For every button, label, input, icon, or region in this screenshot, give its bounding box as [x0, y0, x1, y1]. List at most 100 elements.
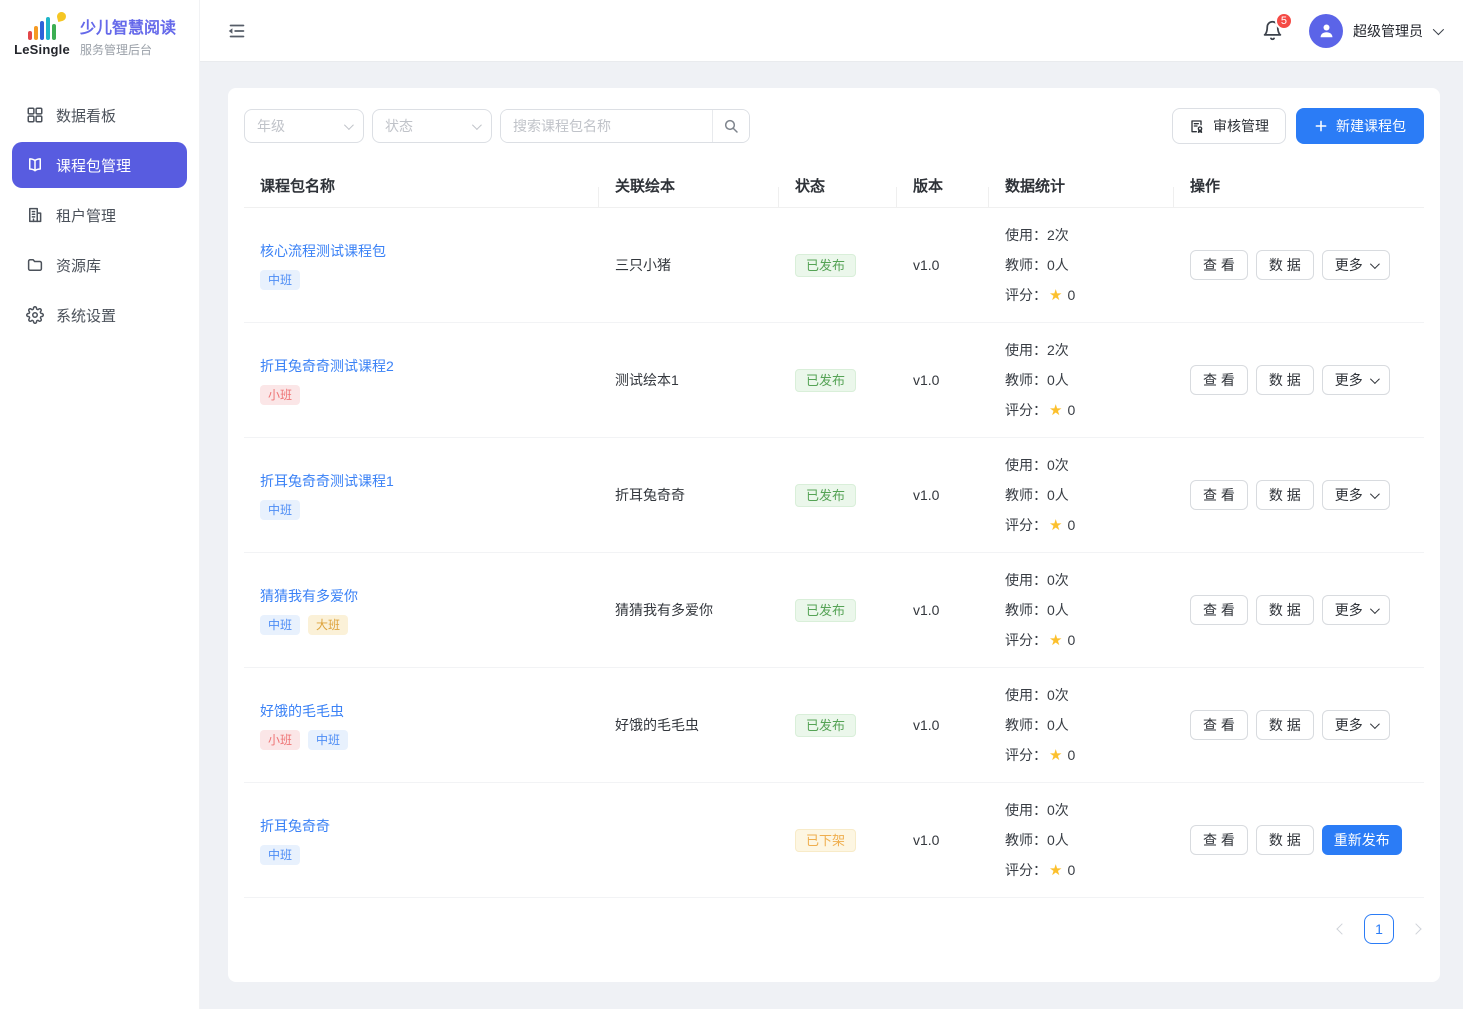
class-tag: 中班: [260, 615, 300, 635]
status-badge: 已下架: [795, 829, 856, 852]
course-package-table: 课程包名称 关联绘本 状态 版本 数据统计 操作 核心流程测试课程包 中班 三只…: [244, 164, 1424, 898]
view-button[interactable]: 查 看: [1190, 250, 1248, 280]
gear-icon: [26, 306, 44, 324]
notification-badge: 5: [1275, 12, 1293, 30]
sidebar-item-tenants[interactable]: 租户管理: [12, 192, 187, 238]
data-button[interactable]: 数 据: [1256, 480, 1314, 510]
book-name: 折耳兔奇奇: [615, 487, 685, 503]
plus-icon: [1314, 119, 1328, 133]
next-page-button[interactable]: [1412, 925, 1420, 933]
sidebar-item-label: 课程包管理: [56, 155, 131, 176]
class-tag: 小班: [260, 730, 300, 750]
page-number-current[interactable]: 1: [1364, 914, 1394, 944]
view-button[interactable]: 查 看: [1190, 825, 1248, 855]
class-tag: 中班: [260, 270, 300, 290]
notification-bell-icon[interactable]: 5: [1262, 20, 1283, 41]
brand-subtitle: 服务管理后台: [80, 41, 176, 58]
republish-button[interactable]: 重新发布: [1322, 825, 1402, 855]
tag-list: 中班: [260, 270, 599, 290]
usage-label: 使用：: [1005, 225, 1047, 245]
status-select[interactable]: 状态: [372, 109, 492, 143]
rating-label: 评分：: [1005, 400, 1047, 420]
version: v1.0: [913, 717, 939, 733]
star-icon: ★: [1049, 401, 1062, 419]
book-name: 猜猜我有多爱你: [615, 602, 713, 618]
table-row: 好饿的毛毛虫 小班中班 好饿的毛毛虫 已发布 v1.0 使用：0次 教师：0人 …: [244, 668, 1424, 783]
building-icon: [26, 206, 44, 224]
teacher-value: 0人: [1047, 370, 1069, 390]
tag-list: 小班中班: [260, 730, 599, 750]
menu-fold-icon[interactable]: [224, 18, 250, 44]
view-button[interactable]: 查 看: [1190, 480, 1248, 510]
table-header: 课程包名称 关联绘本 状态 版本 数据统计 操作: [244, 164, 1424, 208]
view-button[interactable]: 查 看: [1190, 365, 1248, 395]
version: v1.0: [913, 602, 939, 618]
teacher-value: 0人: [1047, 830, 1069, 850]
course-package-link[interactable]: 折耳兔奇奇测试课程2: [260, 356, 394, 376]
course-package-link[interactable]: 折耳兔奇奇: [260, 816, 330, 836]
class-tag: 中班: [260, 845, 300, 865]
chevron-down-icon[interactable]: [1433, 23, 1444, 34]
search-box: [500, 109, 750, 143]
data-button[interactable]: 数 据: [1256, 250, 1314, 280]
rating-value: 0: [1067, 402, 1075, 418]
grade-select[interactable]: 年级: [244, 109, 364, 143]
brand-title: 少儿智慧阅读: [80, 14, 176, 38]
teacher-label: 教师：: [1005, 715, 1047, 735]
usage-value: 2次: [1047, 225, 1069, 245]
tag-list: 中班: [260, 500, 599, 520]
more-button[interactable]: 更多: [1322, 480, 1390, 510]
course-package-link[interactable]: 核心流程测试课程包: [260, 241, 386, 261]
version: v1.0: [913, 832, 939, 848]
table-row: 折耳兔奇奇测试课程2 小班 测试绘本1 已发布 v1.0 使用：2次 教师：0人…: [244, 323, 1424, 438]
usage-label: 使用：: [1005, 800, 1047, 820]
teacher-value: 0人: [1047, 485, 1069, 505]
prev-page-button[interactable]: [1338, 925, 1346, 933]
star-icon: ★: [1049, 516, 1062, 534]
teacher-label: 教师：: [1005, 255, 1047, 275]
brand: LeSingle 少儿智慧阅读 服务管理后台: [0, 0, 199, 70]
create-course-package-button[interactable]: 新建课程包: [1296, 108, 1424, 144]
sidebar-item-course-packages[interactable]: 课程包管理: [12, 142, 187, 188]
rating-value: 0: [1067, 747, 1075, 763]
usage-value: 2次: [1047, 340, 1069, 360]
chevron-down-icon: [1370, 374, 1380, 384]
column-header-version: 版本: [897, 175, 989, 196]
data-button[interactable]: 数 据: [1256, 595, 1314, 625]
sidebar-item-settings[interactable]: 系统设置: [12, 292, 187, 338]
leaf-icon: [56, 10, 67, 21]
more-button[interactable]: 更多: [1322, 595, 1390, 625]
data-button[interactable]: 数 据: [1256, 365, 1314, 395]
search-input[interactable]: [501, 110, 712, 142]
tag-list: 小班: [260, 385, 599, 405]
sidebar-item-label: 租户管理: [56, 205, 116, 226]
course-package-link[interactable]: 猜猜我有多爱你: [260, 586, 358, 606]
view-button[interactable]: 查 看: [1190, 595, 1248, 625]
book-name: 测试绘本1: [615, 372, 679, 388]
data-button[interactable]: 数 据: [1256, 710, 1314, 740]
chevron-right-icon: [1410, 923, 1421, 934]
more-button[interactable]: 更多: [1322, 250, 1390, 280]
sidebar-item-dashboard[interactable]: 数据看板: [12, 92, 187, 138]
dashboard-icon: [26, 106, 44, 124]
sidebar-item-resources[interactable]: 资源库: [12, 242, 187, 288]
review-management-button[interactable]: 审核管理: [1172, 108, 1286, 144]
search-icon[interactable]: [712, 110, 749, 142]
more-button[interactable]: 更多: [1322, 710, 1390, 740]
avatar[interactable]: [1309, 14, 1343, 48]
version: v1.0: [913, 257, 939, 273]
course-package-link[interactable]: 折耳兔奇奇测试课程1: [260, 471, 394, 491]
tag-list: 中班大班: [260, 615, 599, 635]
course-package-link[interactable]: 好饿的毛毛虫: [260, 701, 344, 721]
sidebar-nav: 数据看板 课程包管理 租户管理 资源库 系统设置: [0, 92, 199, 338]
teacher-label: 教师：: [1005, 370, 1047, 390]
more-button[interactable]: 更多: [1322, 365, 1390, 395]
version: v1.0: [913, 487, 939, 503]
class-tag: 大班: [308, 615, 348, 635]
teacher-label: 教师：: [1005, 600, 1047, 620]
rating-value: 0: [1067, 517, 1075, 533]
view-button[interactable]: 查 看: [1190, 710, 1248, 740]
data-button[interactable]: 数 据: [1256, 825, 1314, 855]
main-content: 年级 状态 审核管理 新建课程包: [200, 63, 1463, 1009]
lesingle-logo-icon: LeSingle: [14, 15, 70, 57]
